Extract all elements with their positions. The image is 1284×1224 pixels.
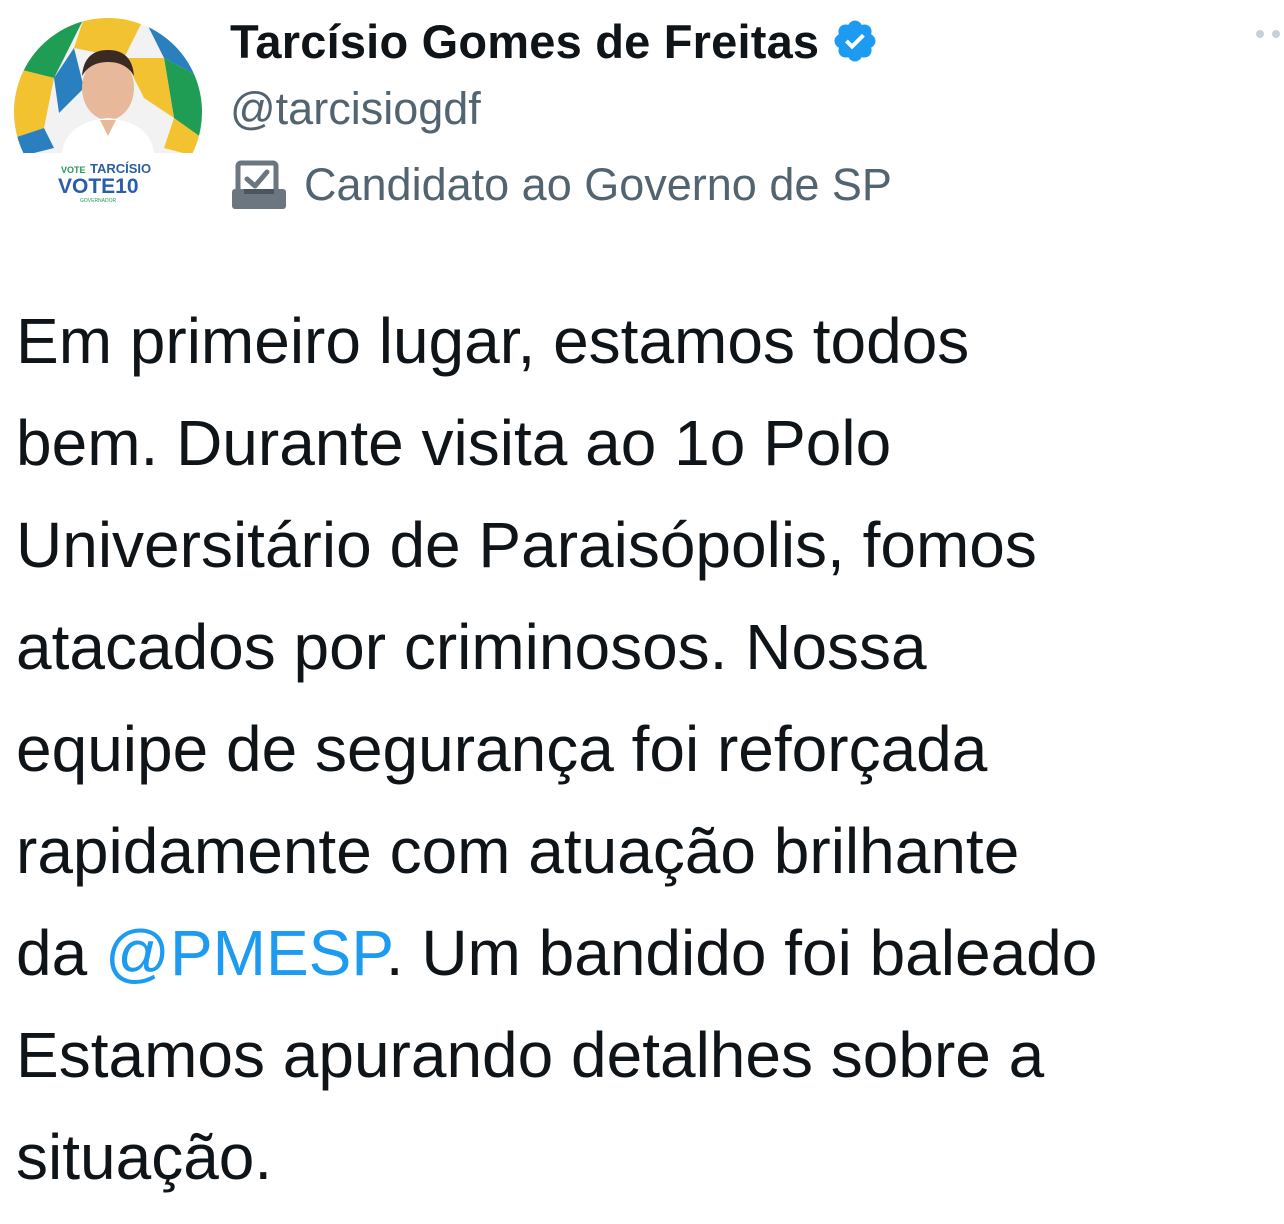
author-block: Tarcísio Gomes de Freitas @tarcisiogdf C… (230, 10, 1230, 216)
more-dot (1256, 30, 1264, 38)
more-options-icon[interactable] (1256, 30, 1280, 38)
avatar-label-vote: VOTE10 (58, 175, 139, 198)
verified-badge-icon (831, 17, 879, 65)
tweet-line: equipe de segurança foi reforçada (16, 713, 988, 785)
more-dot (1272, 30, 1280, 38)
avatar-image: VOTE TARCÍSIO VOTE10 GOVERNADOR (14, 18, 202, 206)
display-name[interactable]: Tarcísio Gomes de Freitas (230, 14, 819, 69)
bio-row: Candidato ao Governo de SP (230, 154, 1230, 216)
user-handle[interactable]: @tarcisiogdf (230, 80, 1230, 138)
avatar-label-role: GOVERNADOR (80, 198, 117, 204)
tweet-line: Em primeiro lugar, estamos todos (16, 305, 970, 377)
mention-link[interactable]: @PMESP (105, 917, 386, 989)
tweet-line: Universitário de Paraisópolis, fomos (16, 509, 1037, 581)
ballot-box-icon (230, 159, 288, 211)
tweet-line: Estamos apurando detalhes sobre a (16, 1019, 1045, 1091)
tweet-line-with-mention: da @PMESP. Um bandido foi baleado (16, 902, 1284, 1004)
tweet-text-fragment: . Um bandido foi baleado (385, 917, 1098, 989)
tweet-card: VOTE TARCÍSIO VOTE10 GOVERNADOR Tarcísio… (0, 0, 1284, 1224)
avatar-label-name: TARCÍSIO (90, 161, 151, 176)
tweet-line: bem. Durante visita ao 1o Polo (16, 407, 892, 479)
avatar-label-prefix: VOTE (61, 165, 86, 175)
name-row: Tarcísio Gomes de Freitas (230, 10, 1230, 72)
tweet-line: rapidamente com atuação brilhante (16, 815, 1020, 887)
avatar[interactable]: VOTE TARCÍSIO VOTE10 GOVERNADOR (14, 18, 202, 206)
user-bio: Candidato ao Governo de SP (304, 159, 892, 210)
tweet-text: Em primeiro lugar, estamos todos bem. Du… (16, 290, 1284, 1208)
tweet-line: situação. (16, 1121, 273, 1193)
tweet-text-fragment: da (16, 917, 105, 989)
tweet-line: atacados por criminosos. Nossa (16, 611, 927, 683)
